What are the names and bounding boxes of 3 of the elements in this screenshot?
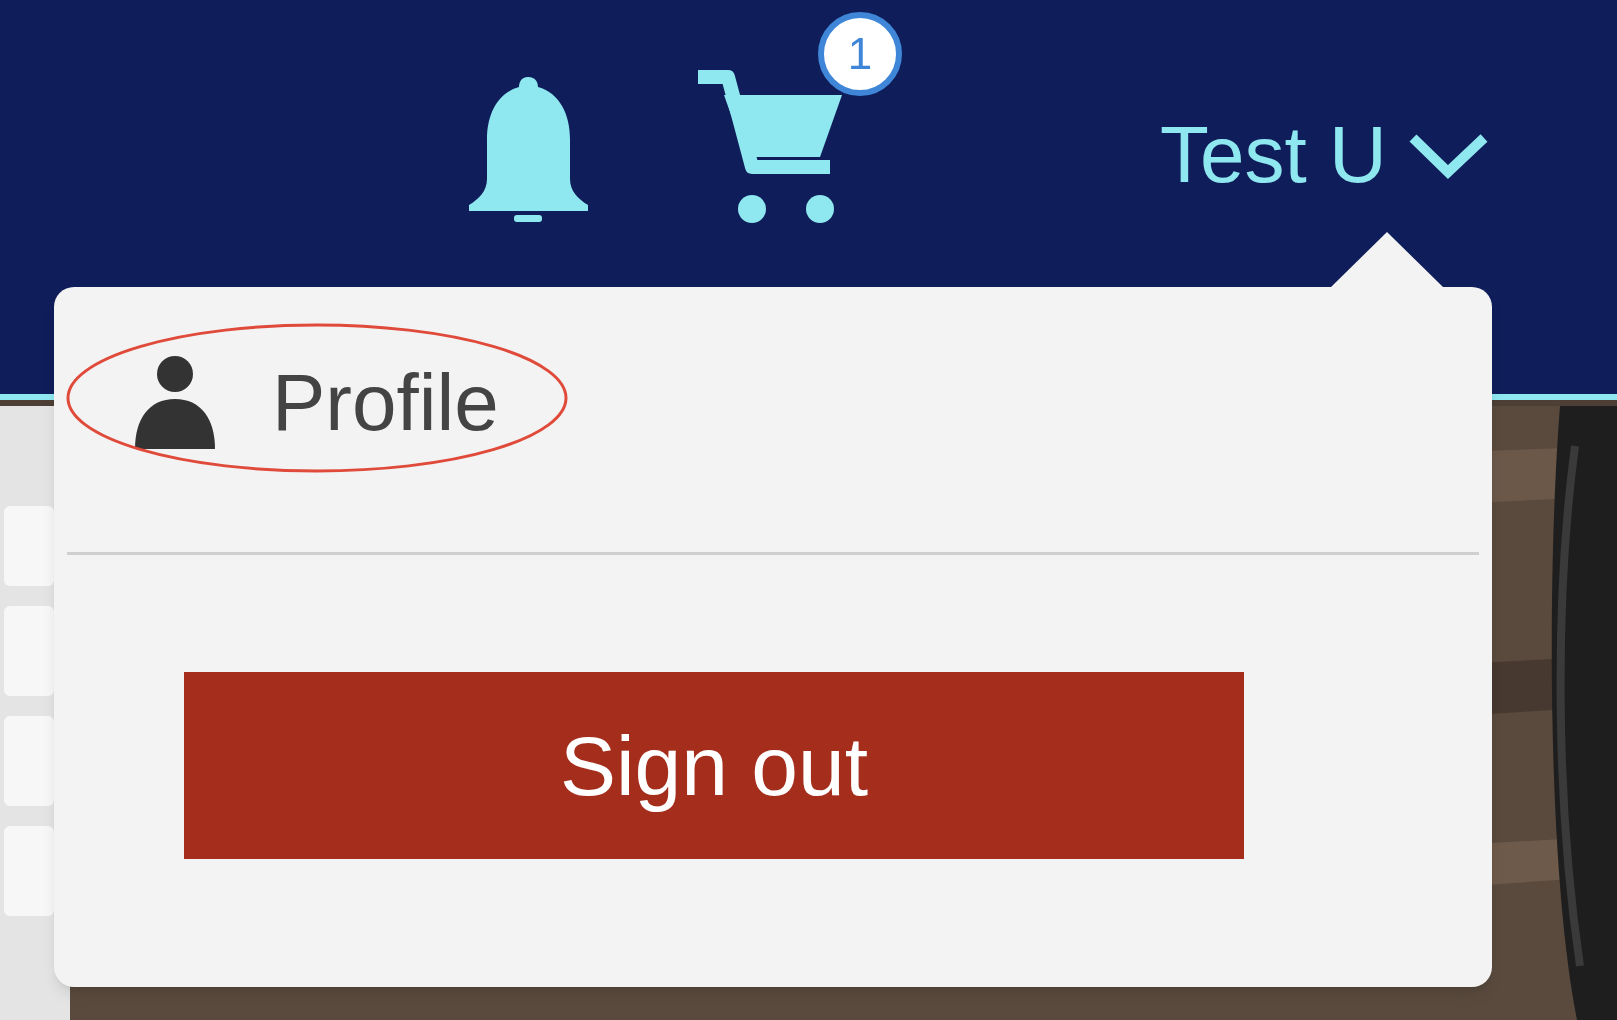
cart-count-badge: 1 (818, 12, 902, 96)
sign-out-button[interactable]: Sign out (184, 672, 1244, 859)
user-menu[interactable]: Test U (1160, 115, 1490, 195)
